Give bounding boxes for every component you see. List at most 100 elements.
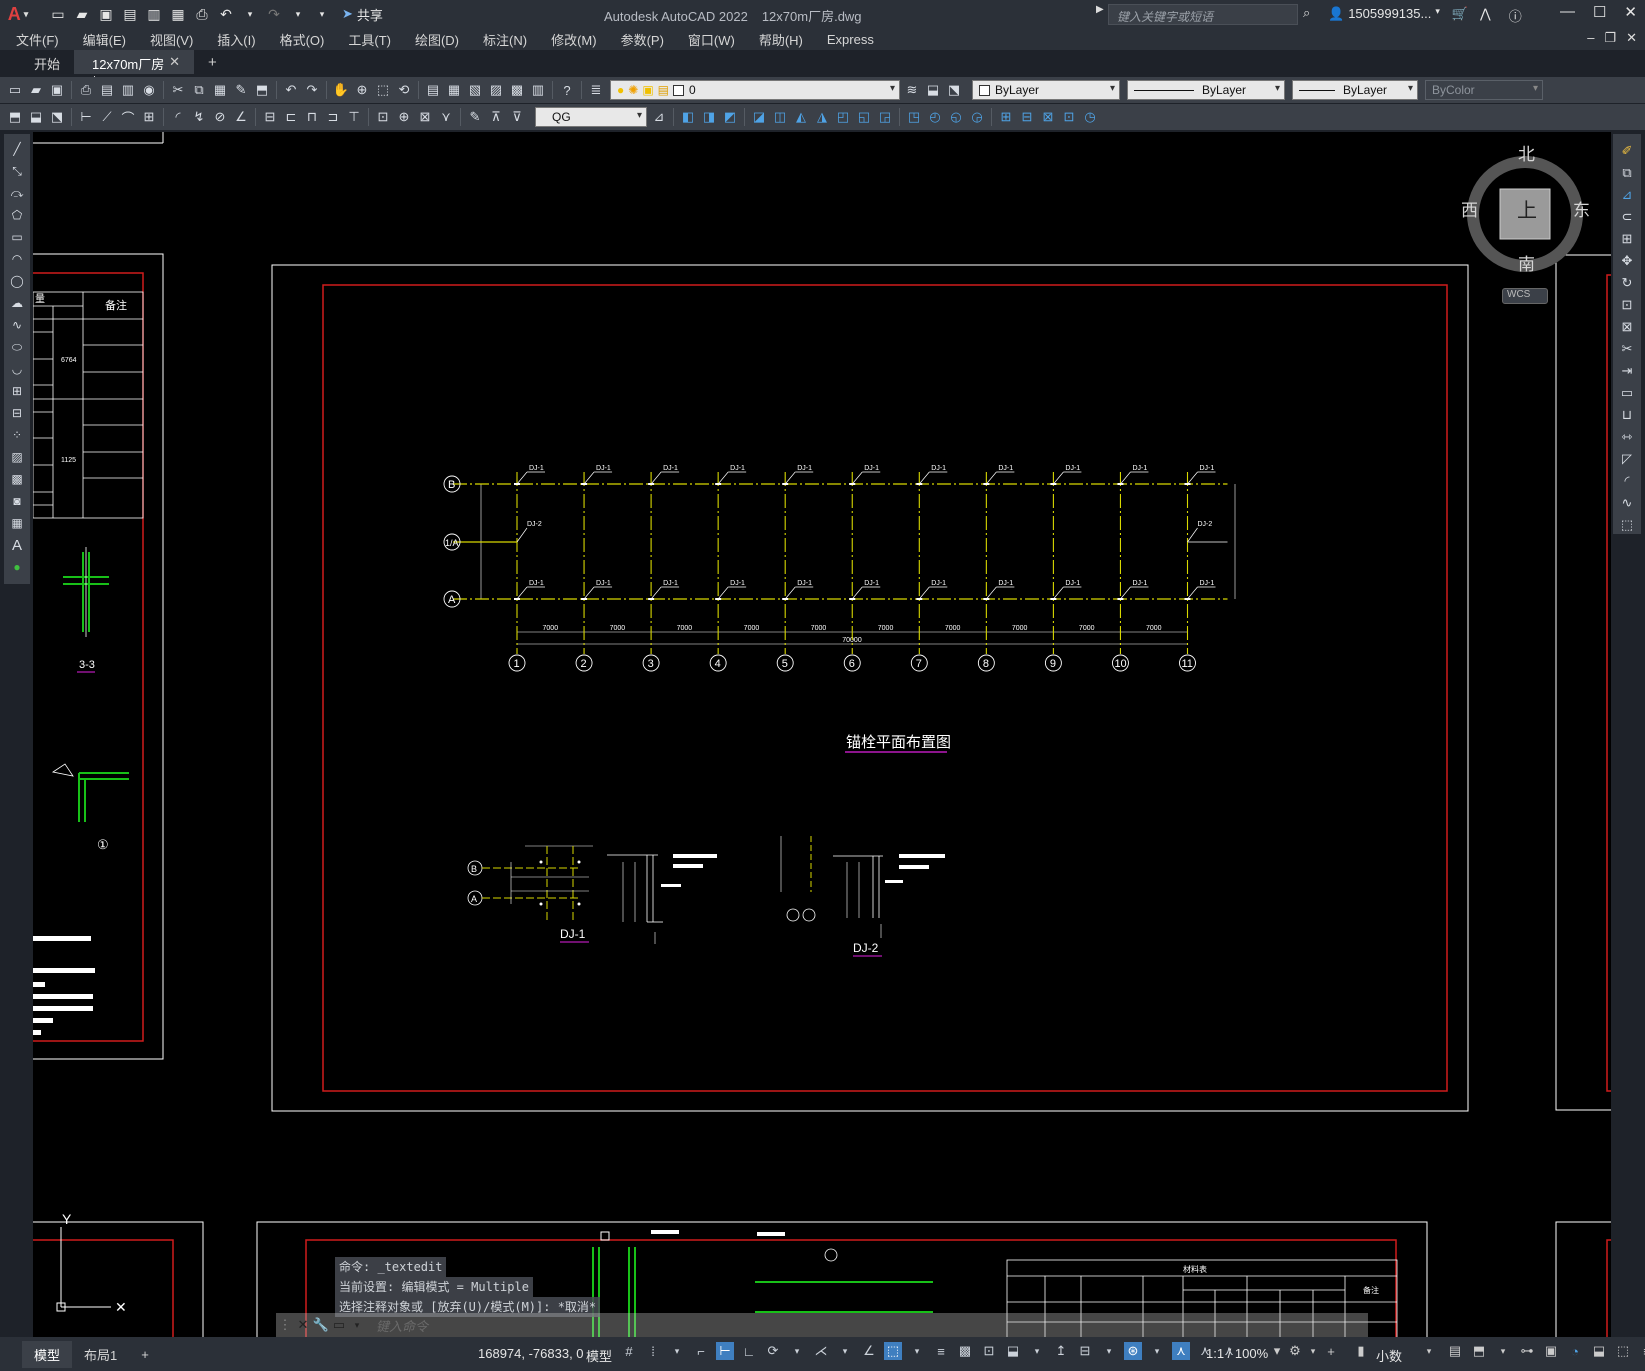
slice-icon[interactable]: ◲: [876, 108, 894, 126]
dim-space-icon[interactable]: ⊐: [324, 108, 342, 126]
chevron-down-icon[interactable]: ▾: [908, 1342, 926, 1360]
chamfer-icon[interactable]: ◸: [1618, 450, 1636, 468]
workspace-gear-icon[interactable]: ⚙: [1286, 1342, 1304, 1360]
doc-close-icon[interactable]: ✕: [1626, 30, 1637, 46]
viewcube-north[interactable]: 北: [1518, 140, 1535, 165]
grid-icon[interactable]: #: [620, 1342, 638, 1360]
block-editor-icon[interactable]: ⬒: [253, 81, 271, 99]
chevron-down-icon[interactable]: ▾: [1028, 1342, 1046, 1360]
pan-icon[interactable]: ✋: [332, 81, 350, 99]
menu-item-9[interactable]: 参数(P): [621, 30, 664, 49]
chevron-down-icon[interactable]: ▾: [1420, 1342, 1438, 1360]
menu-item-0[interactable]: 文件(F): [16, 30, 59, 49]
layer-isolate-icon[interactable]: ⬓: [27, 108, 45, 126]
save-icon[interactable]: ▣: [96, 4, 116, 24]
gradient-icon[interactable]: ▩: [8, 470, 26, 488]
drawing-canvas[interactable]: 量 备注 6764 1125 3-3 ① 70000 1 DJ-1 DJ-1 7…: [33, 132, 1611, 1337]
polar-icon[interactable]: ⟳: [764, 1342, 782, 1360]
dim-text-edit-icon[interactable]: ⊼: [487, 108, 505, 126]
close-icon[interactable]: ✕: [294, 1316, 312, 1334]
layer-states-icon[interactable]: ⬔: [945, 81, 963, 99]
union-icon[interactable]: ◨: [700, 108, 718, 126]
scale-icon[interactable]: ⊡: [1618, 296, 1636, 314]
object-snap-icon[interactable]: ⬚: [884, 1342, 902, 1360]
tab-layout1[interactable]: 布局1: [72, 1341, 129, 1368]
layer-properties-icon[interactable]: ≣: [587, 81, 605, 99]
stretch-icon[interactable]: ⊠: [1618, 318, 1636, 336]
spline-icon[interactable]: ∿: [8, 316, 26, 334]
angular-dim-icon[interactable]: ∠: [232, 108, 250, 126]
dim-break-icon[interactable]: ⊤: [345, 108, 363, 126]
units-dropdown[interactable]: 小数: [1376, 1346, 1402, 1365]
wcs-menu[interactable]: WCS: [1502, 288, 1548, 304]
ucs-world-icon[interactable]: ⊟: [1018, 108, 1036, 126]
new-file-icon[interactable]: ▭: [48, 4, 68, 24]
markup-icon[interactable]: ▩: [508, 81, 526, 99]
open-folder-icon[interactable]: ▰: [72, 4, 92, 24]
break-at-point-icon[interactable]: ▭: [1618, 384, 1636, 402]
snap-icon[interactable]: ⁞: [644, 1342, 662, 1360]
center-mark-icon[interactable]: ⊕: [395, 108, 413, 126]
calculator-icon[interactable]: ▥: [529, 81, 547, 99]
zoom-previous-icon[interactable]: ⟲: [395, 81, 413, 99]
chevron-down-icon[interactable]: ▾: [668, 1342, 686, 1360]
point-icon[interactable]: ⁘: [8, 426, 26, 444]
new-icon[interactable]: ▭: [6, 81, 24, 99]
menu-item-2[interactable]: 视图(V): [150, 30, 193, 49]
chevron-right-icon[interactable]: ▶: [1096, 4, 1104, 15]
dynamic-input-icon[interactable]: ⊢: [716, 1342, 734, 1360]
publish-icon[interactable]: ▥: [119, 81, 137, 99]
redo-icon[interactable]: ↷: [303, 81, 321, 99]
ucs-face-icon[interactable]: ⊡: [1060, 108, 1078, 126]
share-button[interactable]: ➤ 共享: [342, 5, 383, 24]
extract-edges-icon[interactable]: ◶: [968, 108, 986, 126]
close-icon[interactable]: ✕: [1624, 3, 1637, 21]
chevron-down-icon[interactable]: ▾: [788, 1342, 806, 1360]
hatch-icon[interactable]: ▨: [8, 448, 26, 466]
offset-icon[interactable]: ⊂: [1618, 208, 1636, 226]
table-icon[interactable]: ▦: [8, 514, 26, 532]
match-properties-icon[interactable]: ✎: [232, 81, 250, 99]
tolerance-icon[interactable]: ⊡: [374, 108, 392, 126]
quick-dim-icon[interactable]: ⊟: [261, 108, 279, 126]
explode-icon[interactable]: ⬚: [1618, 516, 1636, 534]
plotstyle-dropdown[interactable]: ByColor ▾: [1425, 80, 1543, 100]
zoom-realtime-icon[interactable]: ⊕: [353, 81, 371, 99]
chevron-down-icon[interactable]: ▾: [1494, 1342, 1512, 1360]
menu-item-5[interactable]: 工具(T): [348, 30, 391, 49]
customize-status-icon[interactable]: ≡: [1638, 1342, 1645, 1360]
chevron-down-icon[interactable]: ▾: [1268, 1342, 1286, 1360]
3d-print-icon[interactable]: ◉: [140, 81, 158, 99]
baseline-dim-icon[interactable]: ⊏: [282, 108, 300, 126]
search-icon[interactable]: ⌕: [1303, 5, 1310, 21]
doc-minimize-icon[interactable]: –: [1587, 30, 1594, 46]
plot-icon[interactable]: ⎙: [77, 81, 95, 99]
menu-item-10[interactable]: 窗口(W): [688, 30, 735, 49]
blend-curves-icon[interactable]: ∿: [1618, 494, 1636, 512]
command-prompt-icon[interactable]: ▭: [330, 1316, 348, 1334]
color-dropdown[interactable]: ByLayer ▾: [972, 80, 1120, 100]
make-current-icon[interactable]: ≋: [903, 81, 921, 99]
viewcube-top[interactable]: 上: [1517, 194, 1537, 223]
redo-icon[interactable]: ↷: [264, 4, 284, 24]
rotate-icon[interactable]: ↻: [1618, 274, 1636, 292]
export-icon[interactable]: ▦: [168, 4, 188, 24]
continue-dim-icon[interactable]: ⊓: [303, 108, 321, 126]
dim-edit-icon[interactable]: ✎: [466, 108, 484, 126]
menu-item-6[interactable]: 绘图(D): [415, 30, 459, 49]
array-icon[interactable]: ⊞: [1618, 230, 1636, 248]
layer-walk-icon[interactable]: ⬔: [48, 108, 66, 126]
tool-palettes-icon[interactable]: ▧: [466, 81, 484, 99]
publish-icon[interactable]: ▥: [144, 4, 164, 24]
mirror-icon[interactable]: ⊿: [1618, 186, 1636, 204]
dimstyle-manager-icon[interactable]: ⊿: [650, 108, 668, 126]
line-icon[interactable]: ╱: [8, 140, 26, 158]
ordinate-dim-icon[interactable]: ⊞: [140, 108, 158, 126]
construction-line-icon[interactable]: ⤡: [8, 162, 26, 180]
menu-item-12[interactable]: Express: [827, 32, 874, 47]
doc-restore-icon[interactable]: ❐: [1604, 30, 1616, 46]
hardware-acceleration-icon[interactable]: ⬓: [1590, 1342, 1608, 1360]
design-center-icon[interactable]: ▦: [445, 81, 463, 99]
arc-length-icon[interactable]: ⌒: [119, 108, 137, 126]
command-input[interactable]: 键入命令: [376, 1316, 428, 1335]
